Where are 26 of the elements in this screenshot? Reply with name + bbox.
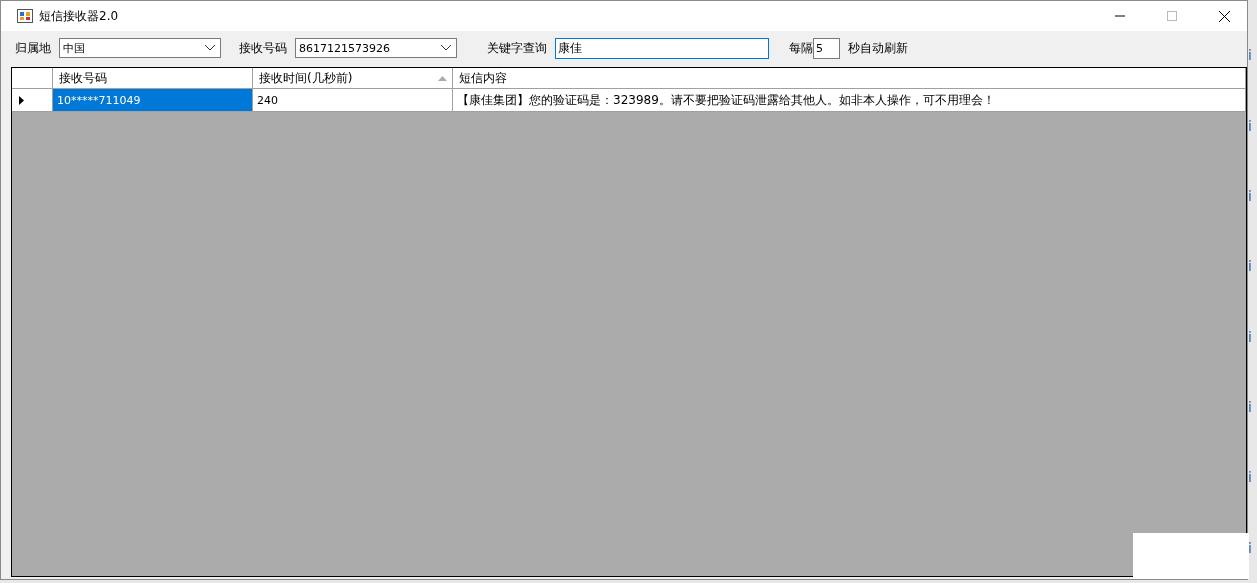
keyword-label: 关键字查询 bbox=[487, 39, 547, 57]
app-icon bbox=[17, 9, 33, 23]
table-cell: 10*****711049 bbox=[53, 89, 253, 111]
number-dropdown[interactable]: 8617121573926 bbox=[295, 38, 457, 58]
region-label: 归属地 bbox=[15, 39, 51, 57]
current-row-icon bbox=[19, 95, 24, 105]
sort-ascending-icon bbox=[438, 75, 447, 81]
chevron-down-icon[interactable] bbox=[440, 44, 452, 52]
close-icon bbox=[1218, 10, 1230, 22]
background-text: i bbox=[1248, 539, 1253, 556]
background-text: i bbox=[1248, 328, 1253, 345]
interval-field[interactable]: 5 bbox=[813, 37, 840, 59]
keyword-field[interactable]: 康佳 bbox=[555, 37, 769, 59]
chevron-down-icon[interactable] bbox=[204, 44, 216, 52]
background-text: i bbox=[1248, 47, 1253, 64]
window-title: 短信接收器2.0 bbox=[39, 7, 120, 25]
interval-label: 每隔 bbox=[789, 39, 813, 57]
background-text: i bbox=[1248, 117, 1253, 134]
number-label: 接收号码 bbox=[239, 39, 287, 57]
region-dropdown[interactable]: 中国 bbox=[59, 38, 221, 58]
maximize-icon bbox=[1167, 11, 1177, 21]
background-text: i bbox=[1248, 399, 1253, 416]
refresh-label: 秒自动刷新 bbox=[848, 39, 908, 57]
background-text: i bbox=[1248, 187, 1253, 204]
background-text: i bbox=[1248, 469, 1253, 486]
background-text: i bbox=[1248, 258, 1253, 275]
